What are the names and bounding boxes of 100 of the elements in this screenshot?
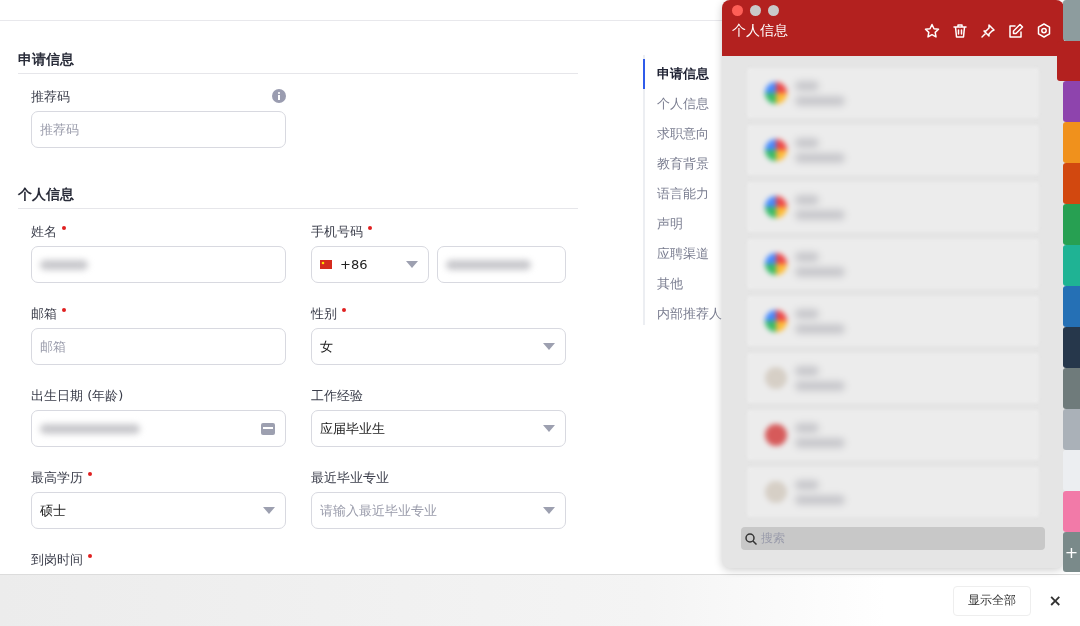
placeholder-text: 推荐码 [40, 120, 79, 139]
pin-icon[interactable] [980, 23, 996, 39]
nav-link[interactable]: 应聘渠道 [643, 239, 722, 269]
placeholder-text: 请输入最近毕业专业 [320, 501, 437, 520]
field-label: 性别 [311, 305, 337, 321]
app-icon [765, 481, 787, 503]
blurred-text [795, 266, 845, 277]
color-tab[interactable] [1063, 204, 1080, 245]
date-field[interactable] [31, 410, 286, 447]
calendar-icon [261, 422, 275, 435]
clip-item[interactable] [747, 410, 1039, 460]
close-button[interactable]: × [1042, 590, 1068, 611]
nav-link[interactable]: 求职意向 [643, 119, 722, 149]
color-tab[interactable] [1063, 81, 1080, 122]
clip-item[interactable] [747, 125, 1039, 175]
trash-icon[interactable] [952, 23, 968, 39]
star-icon[interactable] [924, 23, 940, 39]
search-icon [745, 532, 757, 545]
field-value: 应届毕业生 [320, 419, 385, 438]
color-tab[interactable] [1063, 450, 1080, 491]
nav-link[interactable]: 声明 [643, 209, 722, 239]
blurred-text [795, 323, 845, 334]
phone-field[interactable] [437, 246, 566, 283]
blurred-text [795, 437, 845, 448]
field-label: 姓名 [31, 223, 57, 239]
app-icon [765, 253, 787, 275]
country-code-select[interactable]: +86 [311, 246, 429, 283]
clip-item[interactable] [747, 68, 1039, 118]
blurred-text [795, 152, 845, 163]
blurred-text [795, 95, 845, 106]
clip-item[interactable] [747, 296, 1039, 346]
field-label: 手机号码 [311, 223, 363, 239]
select-field[interactable]: 硕士 [31, 492, 286, 529]
field-label: 推荐码 [31, 88, 70, 104]
input-field[interactable]: 邮箱 [31, 328, 286, 365]
blurred-text [795, 209, 845, 220]
country-code: +86 [340, 257, 368, 272]
close-dot[interactable] [732, 5, 743, 16]
blurred-meta [795, 80, 819, 91]
blurred-meta [795, 479, 819, 490]
app-icon [765, 139, 787, 161]
app-icon [765, 82, 787, 104]
field-label: 邮箱 [31, 305, 57, 321]
caret-icon [543, 425, 555, 432]
field-label: 最近毕业专业 [311, 469, 389, 485]
field-value: 硕士 [40, 501, 66, 520]
color-tab[interactable] [1063, 122, 1080, 163]
app-icon [765, 424, 787, 446]
zoom-dot[interactable] [768, 5, 779, 16]
color-tab[interactable] [1063, 368, 1080, 409]
nav-link[interactable]: 内部推荐人 [643, 299, 722, 329]
color-tab[interactable] [1063, 286, 1080, 327]
color-tab[interactable] [1057, 41, 1080, 81]
color-tab[interactable] [1063, 245, 1080, 286]
settings-icon[interactable] [1036, 23, 1052, 39]
section-title: 个人信息 [18, 186, 578, 209]
select-field[interactable]: 应届毕业生 [311, 410, 566, 447]
clip-item[interactable] [747, 467, 1039, 517]
nav-link[interactable]: 个人信息 [643, 89, 722, 119]
app-icon [765, 367, 787, 389]
blurred-meta [795, 194, 819, 205]
clip-item[interactable] [747, 182, 1039, 232]
field-label: 出生日期 (年龄) [31, 387, 124, 403]
caret-icon [543, 507, 555, 514]
input-field[interactable]: 推荐码 [31, 111, 286, 148]
section-title: 申请信息 [18, 51, 578, 74]
nav-link[interactable]: 语言能力 [643, 179, 722, 209]
color-tab[interactable] [1063, 163, 1080, 204]
blurred-meta [795, 137, 819, 148]
nav-link[interactable]: 教育背景 [643, 149, 722, 179]
edit-icon[interactable] [1008, 23, 1024, 39]
select-field[interactable]: 请输入最近毕业专业 [311, 492, 566, 529]
blurred-meta [795, 308, 819, 319]
app-icon [765, 310, 787, 332]
field-label: 到岗时间 [31, 551, 83, 567]
add-tab-button[interactable]: + [1063, 532, 1080, 572]
clip-item[interactable] [747, 239, 1039, 289]
window-title: 个人信息 [732, 22, 788, 40]
blurred-meta [795, 422, 819, 433]
caret-icon [263, 507, 275, 514]
select-field[interactable]: 女 [311, 328, 566, 365]
field-label: 工作经验 [311, 387, 363, 403]
field-value: 女 [320, 337, 333, 356]
blurred-text [795, 380, 845, 391]
color-tab[interactable] [1063, 0, 1080, 41]
clip-item[interactable] [747, 353, 1039, 403]
color-tab[interactable] [1063, 327, 1080, 368]
nav-link[interactable]: 其他 [643, 269, 722, 299]
show-all-button[interactable]: 显示全部 [952, 585, 1031, 616]
app-icon [765, 196, 787, 218]
caret-icon [406, 261, 418, 268]
caret-icon [543, 343, 555, 350]
minimize-dot[interactable] [750, 5, 761, 16]
field-label: 最高学历 [31, 469, 83, 485]
blurred-meta [795, 251, 819, 262]
color-tab[interactable] [1063, 491, 1080, 532]
input-field[interactable] [31, 246, 286, 283]
blurred-text [795, 494, 845, 505]
color-tab[interactable] [1063, 409, 1080, 450]
placeholder-text: 邮箱 [40, 337, 66, 356]
